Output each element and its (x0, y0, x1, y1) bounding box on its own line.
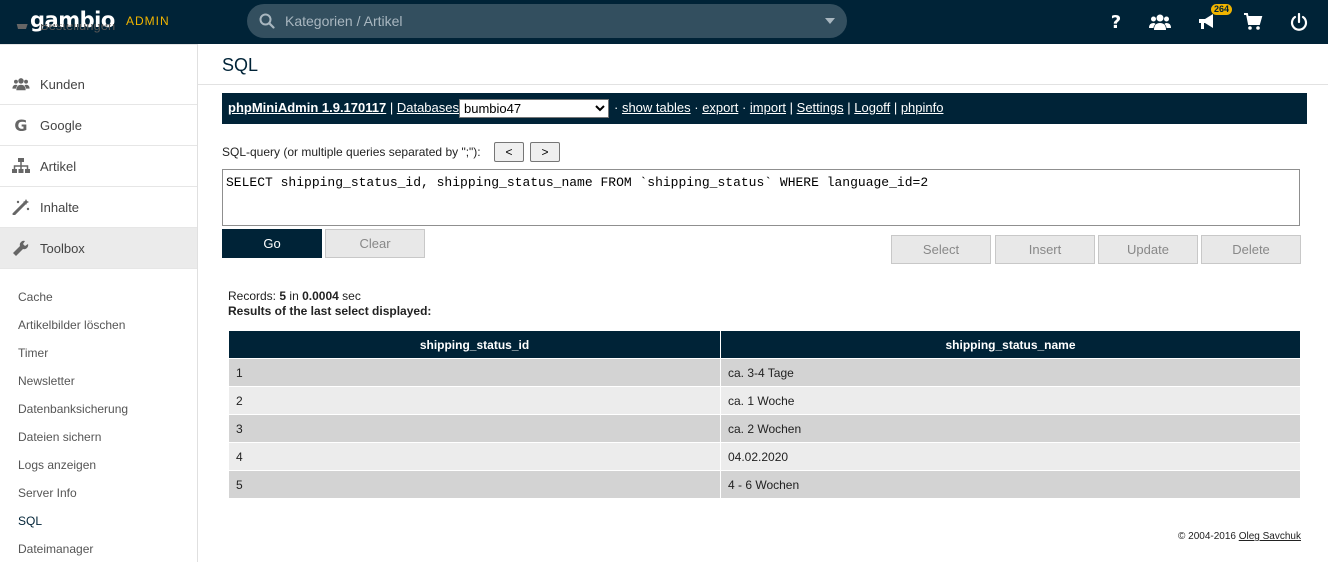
table-header-row: shipping_status_id shipping_status_name (228, 330, 1301, 359)
sidebar-item-content[interactable]: Inhalte (0, 187, 197, 228)
sidebar-item-label: Google (40, 117, 82, 133)
help-icon[interactable]: ? (1105, 11, 1127, 33)
logoff-link[interactable]: Logoff (854, 100, 890, 115)
cart-icon[interactable] (1242, 11, 1264, 33)
column-header[interactable]: shipping_status_name (720, 330, 1301, 359)
magic-wand-icon (12, 198, 30, 216)
insert-button[interactable]: Insert (995, 235, 1095, 264)
author-link[interactable]: Oleg Savchuk (1239, 531, 1301, 542)
wrench-icon (12, 239, 30, 257)
subnav-item-timer[interactable]: Timer (18, 346, 48, 360)
subnav-item-file-backup[interactable]: Dateien sichern (18, 430, 101, 444)
sidebar: Bestellungen Kunden G Google Artikel Inh… (0, 24, 198, 562)
table-cell: 1 (228, 358, 721, 387)
subnav-item-sql[interactable]: SQL (18, 514, 42, 528)
subnav-item-logs[interactable]: Logs anzeigen (18, 458, 96, 472)
cart-icon (12, 24, 30, 36)
databases-link[interactable]: Databases (397, 100, 459, 115)
subnav-item-file-manager[interactable]: Dateimanager (18, 542, 93, 556)
sidebar-item-label: Artikel (40, 158, 77, 174)
search-input[interactable] (285, 4, 805, 38)
subnav-item-server-info[interactable]: Server Info (18, 486, 77, 500)
sidebar-item-toolbox[interactable]: Toolbox (0, 228, 197, 269)
sidebar-item-orders[interactable]: Bestellungen (0, 24, 197, 45)
table-row[interactable]: 5 4 - 6 Wochen (228, 470, 1301, 499)
table-row[interactable]: 2 ca. 1 Woche (228, 386, 1301, 415)
table-cell: 3 (228, 414, 721, 443)
settings-link[interactable]: Settings (797, 100, 844, 115)
show-tables-link[interactable]: show tables (622, 100, 691, 115)
sitemap-icon (12, 157, 30, 175)
sidebar-item-customers[interactable]: Kunden (0, 64, 197, 105)
sql-query-input[interactable]: SELECT shipping_status_id, shipping_stat… (222, 169, 1300, 226)
subnav-item-delete-article-images[interactable]: Artikelbilder löschen (18, 318, 125, 332)
subnav-item-newsletter[interactable]: Newsletter (18, 374, 75, 388)
database-select[interactable]: bumbio47 (459, 99, 609, 118)
table-cell: 4 (228, 442, 721, 471)
next-query-button[interactable]: > (530, 142, 560, 162)
subnav-item-cache[interactable]: Cache (18, 290, 53, 304)
notification-badge: 264 (1211, 4, 1233, 15)
table-row[interactable]: 1 ca. 3-4 Tage (228, 358, 1301, 387)
top-bar: gambio ADMIN ? 264 (0, 0, 1328, 44)
table-cell: 4 - 6 Wochen (720, 470, 1301, 499)
delete-button[interactable]: Delete (1201, 235, 1301, 264)
select-button[interactable]: Select (891, 235, 991, 264)
users-icon[interactable] (1149, 11, 1171, 33)
phpminiadmin-toolbar: phpMiniAdmin 1.9.170117 | Databases: bum… (222, 93, 1307, 124)
sidebar-item-articles[interactable]: Artikel (0, 146, 197, 187)
subnav-item-database-backup[interactable]: Datenbanksicherung (18, 402, 128, 416)
google-icon: G (14, 115, 28, 135)
table-cell: 04.02.2020 (720, 442, 1301, 471)
table-cell: ca. 2 Wochen (720, 414, 1301, 443)
power-icon[interactable] (1288, 11, 1310, 33)
page-title: SQL (222, 55, 259, 75)
users-icon (12, 75, 30, 93)
phpinfo-link[interactable]: phpinfo (901, 100, 944, 115)
update-button[interactable]: Update (1098, 235, 1198, 264)
pma-brand-link[interactable]: phpMiniAdmin 1.9.170117 (228, 100, 386, 115)
table-cell: ca. 1 Woche (720, 386, 1301, 415)
sidebar-item-label: Inhalte (40, 199, 80, 215)
sidebar-item-label: Toolbox (40, 240, 85, 256)
table-cell: 2 (228, 386, 721, 415)
results-table: shipping_status_id shipping_status_name … (228, 330, 1301, 499)
column-header[interactable]: shipping_status_id (228, 330, 721, 359)
table-row[interactable]: 3 ca. 2 Wochen (228, 414, 1301, 443)
query-time: 0.0004 (302, 289, 339, 303)
table-cell: 5 (228, 470, 721, 499)
previous-query-button[interactable]: < (494, 142, 524, 162)
go-button[interactable]: Go (222, 229, 322, 258)
table-row[interactable]: 4 04.02.2020 (228, 442, 1301, 471)
sidebar-item-label: Kunden (40, 76, 85, 92)
search-bar[interactable] (247, 4, 847, 38)
search-icon (259, 13, 275, 29)
import-link[interactable]: import (750, 100, 786, 115)
sidebar-item-label: Bestellungen (40, 24, 116, 33)
results-note: Results of the last select displayed: (228, 304, 432, 318)
query-label: SQL-query (or multiple queries separated… (222, 145, 481, 159)
chevron-down-icon[interactable] (825, 18, 835, 24)
table-cell: ca. 3-4 Tage (720, 358, 1301, 387)
title-divider (198, 84, 1328, 85)
footer-copyright: © 2004-2016 Oleg Savchuk (1177, 531, 1301, 542)
export-link[interactable]: export (702, 100, 738, 115)
records-count: 5 (279, 289, 287, 303)
sidebar-item-google[interactable]: G Google (0, 105, 197, 146)
records-summary: Records: 5 in 0.0004 sec (228, 289, 361, 303)
clear-button[interactable]: Clear (325, 229, 425, 258)
